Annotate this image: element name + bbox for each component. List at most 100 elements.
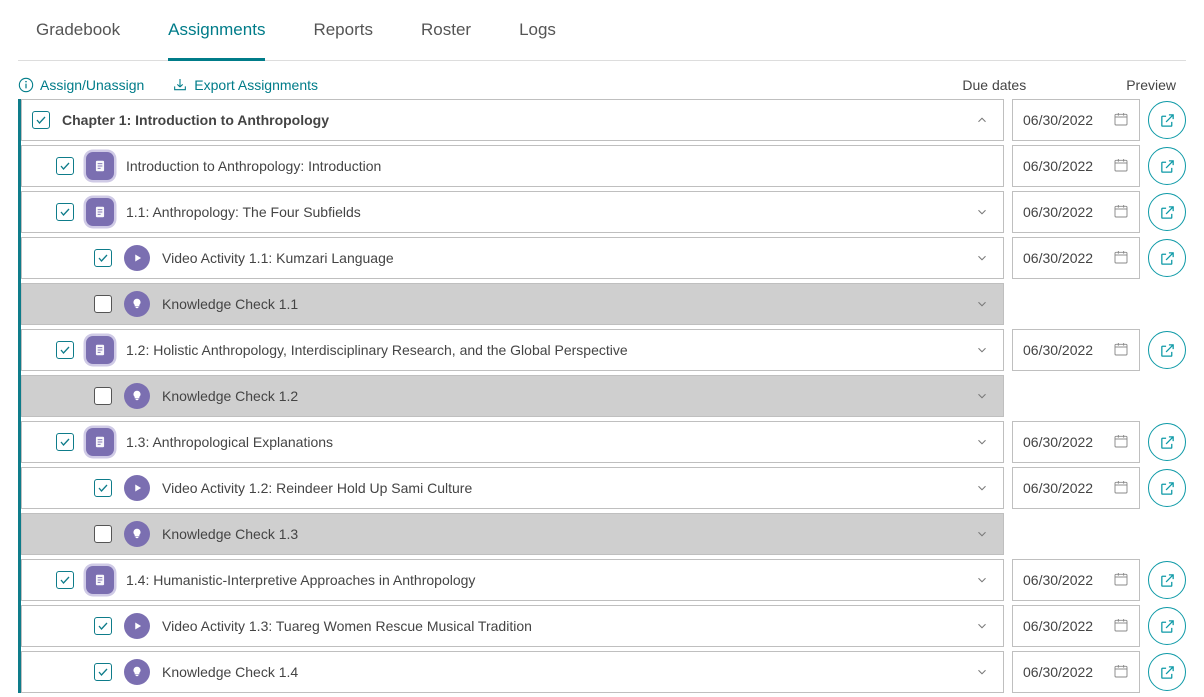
row-main: 1.3: Anthropological Explanations [21, 421, 1004, 463]
row-checkbox[interactable] [94, 663, 112, 681]
row-main: Knowledge Check 1.4 [21, 651, 1004, 693]
row-title: Knowledge Check 1.1 [162, 296, 959, 312]
tab-logs[interactable]: Logs [519, 20, 556, 60]
due-dates-header: Due dates [962, 77, 1026, 93]
preview-button[interactable] [1148, 423, 1186, 461]
due-date-value: 06/30/2022 [1023, 480, 1105, 496]
calendar-icon [1113, 433, 1129, 452]
preview-button[interactable] [1148, 469, 1186, 507]
assignment-row: Knowledge Check 1.2 [21, 375, 1186, 417]
tab-reports[interactable]: Reports [313, 20, 373, 60]
row-checkbox[interactable] [56, 203, 74, 221]
row-title: Video Activity 1.3: Tuareg Women Rescue … [162, 618, 959, 634]
info-icon [18, 77, 34, 93]
document-icon [86, 336, 114, 364]
row-title: 1.3: Anthropological Explanations [126, 434, 959, 450]
row-main: Knowledge Check 1.3 [21, 513, 1004, 555]
row-title: Knowledge Check 1.2 [162, 388, 959, 404]
document-icon [86, 566, 114, 594]
due-date-input[interactable]: 06/30/2022 [1012, 467, 1140, 509]
due-date-input[interactable]: 06/30/2022 [1012, 605, 1140, 647]
chevron-down-icon[interactable] [971, 477, 993, 499]
row-title: 1.2: Holistic Anthropology, Interdiscipl… [126, 342, 959, 358]
tab-gradebook[interactable]: Gradebook [36, 20, 120, 60]
assignment-row: Knowledge Check 1.1 [21, 283, 1186, 325]
chevron-down-icon[interactable] [971, 523, 993, 545]
preview-button[interactable] [1148, 331, 1186, 369]
preview-button[interactable] [1148, 101, 1186, 139]
chevron-down-icon[interactable] [971, 569, 993, 591]
chevron-down-icon[interactable] [971, 661, 993, 683]
due-date-input[interactable]: 06/30/2022 [1012, 237, 1140, 279]
due-date-input[interactable]: 06/30/2022 [1012, 651, 1140, 693]
export-assignments-link[interactable]: Export Assignments [172, 77, 318, 93]
row-checkbox[interactable] [94, 387, 112, 405]
row-title: Introduction to Anthropology: Introducti… [126, 158, 993, 174]
assign-unassign-link[interactable]: Assign/Unassign [18, 77, 144, 93]
lightbulb-icon [124, 383, 150, 409]
due-date-value: 06/30/2022 [1023, 250, 1105, 266]
tab-assignments[interactable]: Assignments [168, 20, 265, 61]
play-icon [124, 475, 150, 501]
due-date-value: 06/30/2022 [1023, 664, 1105, 680]
row-checkbox[interactable] [94, 525, 112, 543]
calendar-icon [1113, 341, 1129, 360]
row-main: 1.2: Holistic Anthropology, Interdiscipl… [21, 329, 1004, 371]
preview-button[interactable] [1148, 561, 1186, 599]
chevron-down-icon[interactable] [971, 431, 993, 453]
row-checkbox[interactable] [56, 571, 74, 589]
row-title: 1.1: Anthropology: The Four Subfields [126, 204, 959, 220]
due-date-value: 06/30/2022 [1023, 158, 1105, 174]
play-icon [124, 613, 150, 639]
tab-roster[interactable]: Roster [421, 20, 471, 60]
calendar-icon [1113, 111, 1129, 130]
preview-button[interactable] [1148, 147, 1186, 185]
row-main: Video Activity 1.1: Kumzari Language [21, 237, 1004, 279]
preview-button[interactable] [1148, 239, 1186, 277]
calendar-icon [1113, 617, 1129, 636]
lightbulb-icon [124, 659, 150, 685]
row-main: 1.1: Anthropology: The Four Subfields [21, 191, 1004, 233]
row-main: 1.4: Humanistic-Interpretive Approaches … [21, 559, 1004, 601]
row-main: Video Activity 1.2: Reindeer Hold Up Sam… [21, 467, 1004, 509]
preview-button[interactable] [1148, 607, 1186, 645]
chevron-down-icon[interactable] [971, 201, 993, 223]
calendar-icon [1113, 479, 1129, 498]
assignment-row: Chapter 1: Introduction to Anthropology 0… [21, 99, 1186, 141]
assignment-row: Video Activity 1.2: Reindeer Hold Up Sam… [21, 467, 1186, 509]
assignment-row: Knowledge Check 1.3 [21, 513, 1186, 555]
preview-button[interactable] [1148, 193, 1186, 231]
calendar-icon [1113, 249, 1129, 268]
due-date-value: 06/30/2022 [1023, 618, 1105, 634]
row-checkbox[interactable] [56, 341, 74, 359]
row-checkbox[interactable] [94, 295, 112, 313]
assignment-row: 1.4: Humanistic-Interpretive Approaches … [21, 559, 1186, 601]
row-checkbox[interactable] [56, 157, 74, 175]
row-checkbox[interactable] [94, 479, 112, 497]
row-checkbox[interactable] [94, 617, 112, 635]
chevron-down-icon[interactable] [971, 247, 993, 269]
row-checkbox[interactable] [56, 433, 74, 451]
due-date-input[interactable]: 06/30/2022 [1012, 191, 1140, 233]
calendar-icon [1113, 157, 1129, 176]
chevron-down-icon[interactable] [971, 615, 993, 637]
row-title: Video Activity 1.2: Reindeer Hold Up Sam… [162, 480, 959, 496]
due-date-input[interactable]: 06/30/2022 [1012, 145, 1140, 187]
row-checkbox[interactable] [94, 249, 112, 267]
chevron-down-icon[interactable] [971, 293, 993, 315]
row-title: Knowledge Check 1.3 [162, 526, 959, 542]
chevron-down-icon[interactable] [971, 339, 993, 361]
row-title: Chapter 1: Introduction to Anthropology [62, 112, 959, 128]
lightbulb-icon [124, 291, 150, 317]
due-date-input[interactable]: 06/30/2022 [1012, 421, 1140, 463]
row-checkbox[interactable] [32, 111, 50, 129]
chevron-down-icon[interactable] [971, 385, 993, 407]
preview-button[interactable] [1148, 653, 1186, 691]
due-date-value: 06/30/2022 [1023, 204, 1105, 220]
row-main: Introduction to Anthropology: Introducti… [21, 145, 1004, 187]
due-date-input[interactable]: 06/30/2022 [1012, 559, 1140, 601]
row-title: Knowledge Check 1.4 [162, 664, 959, 680]
due-date-input[interactable]: 06/30/2022 [1012, 99, 1140, 141]
chevron-up-icon[interactable] [971, 109, 993, 131]
due-date-input[interactable]: 06/30/2022 [1012, 329, 1140, 371]
